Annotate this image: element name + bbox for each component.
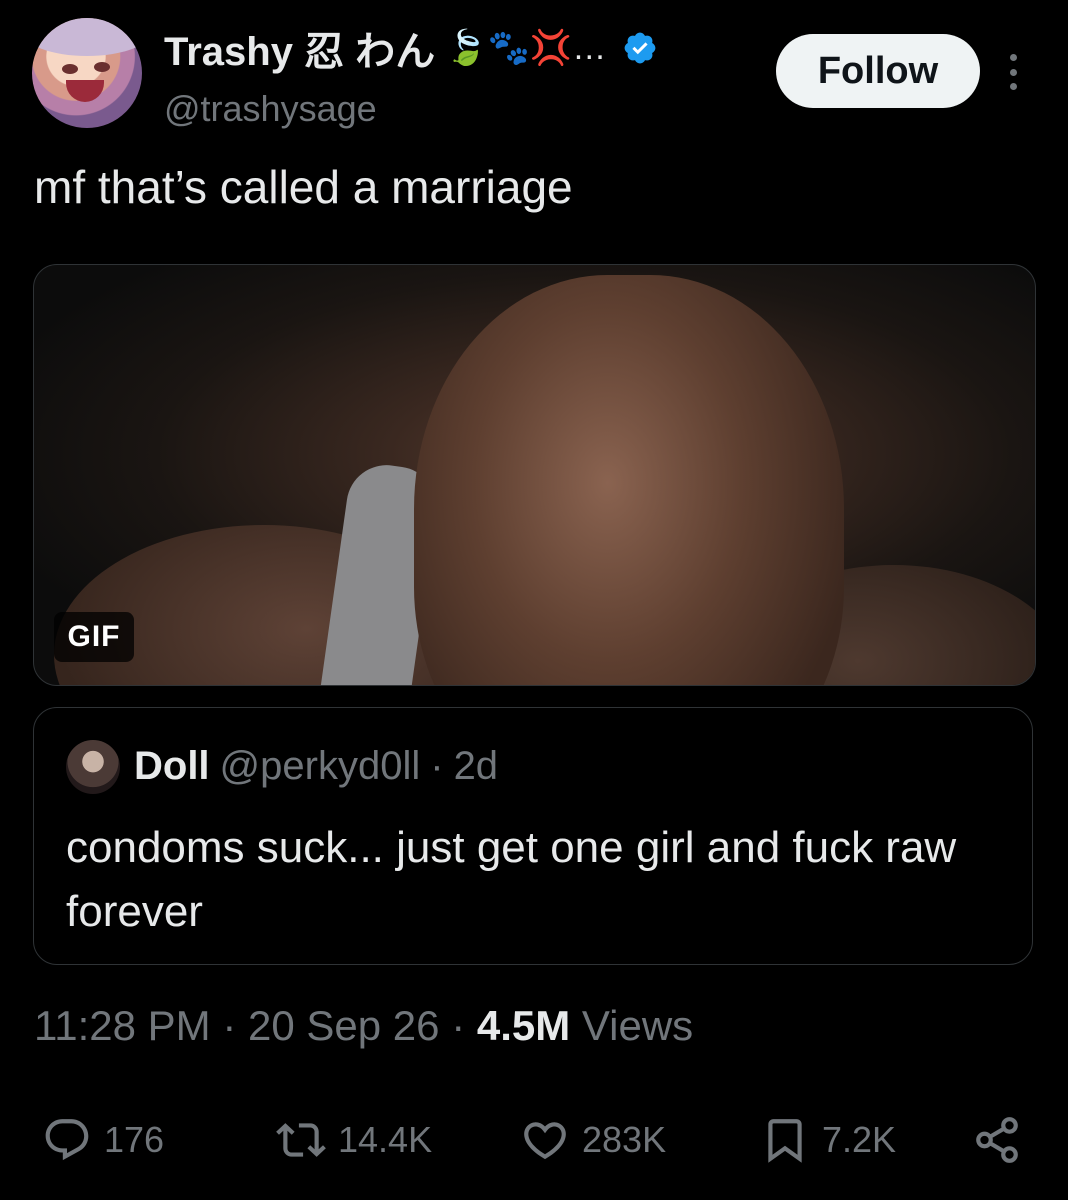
bookmark-count: 7.2K	[822, 1119, 897, 1160]
share-button[interactable]	[972, 1110, 1022, 1170]
quoted-tweet[interactable]: Doll @perkyd0ll · 2d condoms suck... jus…	[33, 707, 1033, 965]
author-name-row[interactable]: Trashy 忍 わん 🍃🐾💢…	[164, 20, 658, 76]
author-display-name[interactable]: Trashy 忍 わん	[164, 19, 435, 77]
quoted-name: Doll	[134, 744, 210, 788]
tweet: Trashy 忍 わん 🍃🐾💢… @trashysage Follow mf t…	[0, 0, 1068, 1200]
quoted-header: Doll @perkyd0ll · 2d	[134, 744, 498, 789]
author-avatar[interactable]	[32, 18, 142, 128]
reply-icon	[45, 1119, 89, 1161]
like-count: 283K	[582, 1119, 667, 1160]
quoted-handle: @perkyd0ll	[219, 744, 421, 788]
meta-separator: ·	[451, 1002, 466, 1049]
quoted-time: 2d	[453, 744, 499, 788]
quoted-avatar	[66, 740, 120, 794]
follow-button[interactable]: Follow	[776, 34, 980, 108]
bookmark-button[interactable]: 7.2K	[760, 1110, 896, 1170]
reply-button[interactable]: 176	[42, 1110, 164, 1170]
like-icon	[524, 1122, 566, 1160]
bookmark-icon	[768, 1119, 802, 1163]
tweet-date[interactable]: 20 Sep 26	[248, 1002, 440, 1049]
quoted-text: condoms suck... just get one girl and fu…	[66, 823, 957, 936]
views-count: 4.5M	[476, 1002, 571, 1049]
tweet-meta: 11:28 PM · 20 Sep 26 · 4.5M Views	[34, 1002, 693, 1050]
reply-count: 176	[104, 1119, 165, 1160]
tweet-time[interactable]: 11:28 PM	[34, 1002, 211, 1049]
gif-media[interactable]	[33, 264, 1036, 686]
like-button[interactable]: 283K	[520, 1110, 666, 1170]
share-icon	[976, 1117, 1018, 1163]
meta-separator: ·	[222, 1002, 237, 1049]
more-icon[interactable]	[1000, 54, 1026, 90]
tweet-text: mf that’s called a marriage	[34, 161, 573, 213]
repost-icon	[276, 1123, 326, 1157]
gif-badge: GIF	[54, 612, 134, 662]
action-bar: 176 14.4K 283K 7.2K	[0, 1100, 1068, 1180]
verified-badge-icon	[624, 32, 656, 64]
views-label: Views	[581, 1002, 694, 1049]
quoted-separator: ·	[430, 744, 444, 788]
repost-count: 14.4K	[338, 1119, 433, 1160]
author-handle[interactable]: @trashysage	[164, 88, 377, 130]
author-emojis: 🍃🐾💢…	[445, 29, 607, 67]
repost-button[interactable]: 14.4K	[276, 1110, 432, 1170]
